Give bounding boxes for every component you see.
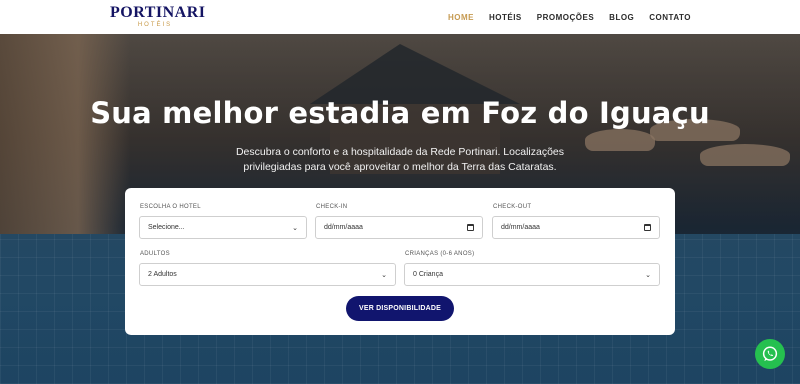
whatsapp-icon (762, 346, 778, 362)
adults-label: ADULTOS (140, 251, 170, 257)
hotel-select[interactable]: Selecione... ⌄ (139, 216, 307, 239)
checkin-value: dd/mm/aaaa (324, 224, 363, 231)
main-nav: HOME HOTÉIS PROMOÇÕES BLOG CONTATO (448, 0, 691, 34)
hero-subtitle: Descubra o conforto e a hospitalidade da… (235, 146, 565, 173)
hotel-label: ESCOLHA O HOTEL (140, 204, 201, 210)
checkout-label: CHECK-OUT (493, 204, 532, 210)
chevron-down-icon: ⌄ (292, 224, 298, 232)
chevron-down-icon: ⌄ (381, 271, 387, 279)
site-header: PORTINARI HOTÉIS HOME HOTÉIS PROMOÇÕES B… (0, 0, 800, 34)
hero-bg-left (0, 34, 130, 234)
checkout-date-input[interactable]: dd/mm/aaaa (492, 216, 660, 239)
nav-promocoes[interactable]: PROMOÇÕES (537, 13, 594, 22)
nav-hoteis[interactable]: HOTÉIS (489, 13, 522, 22)
checkin-label: CHECK-IN (316, 204, 348, 210)
children-select[interactable]: 0 Criança ⌄ (404, 263, 660, 286)
checkin-date-input[interactable]: dd/mm/aaaa (315, 216, 483, 239)
logo-name: PORTINARI (110, 4, 206, 21)
whatsapp-button[interactable] (755, 339, 785, 369)
hotel-select-value: Selecione... (148, 224, 185, 231)
check-availability-button[interactable]: VER DISPONIBILIDADE (346, 296, 454, 321)
calendar-icon[interactable] (644, 224, 651, 231)
children-select-value: 0 Criança (413, 271, 443, 278)
nav-blog[interactable]: BLOG (609, 13, 634, 22)
adults-select[interactable]: 2 Adultos ⌄ (139, 263, 396, 286)
hero-bg-roof (310, 44, 520, 104)
hero-bg-umbrella (585, 129, 655, 151)
calendar-icon[interactable] (467, 224, 474, 231)
booking-form: ESCOLHA O HOTEL Selecione... ⌄ CHECK-IN … (125, 188, 675, 335)
children-label: CRIANÇAS (0-6 ANOS) (405, 251, 475, 257)
chevron-down-icon: ⌄ (645, 271, 651, 279)
logo[interactable]: PORTINARI HOTÉIS (110, 4, 206, 29)
nav-home[interactable]: HOME (448, 13, 474, 22)
checkout-value: dd/mm/aaaa (501, 224, 540, 231)
logo-subtitle: HOTÉIS (137, 22, 173, 28)
hero-title: Sua melhor estadia em Foz do Iguaçu (90, 96, 710, 130)
nav-contato[interactable]: CONTATO (649, 13, 691, 22)
adults-select-value: 2 Adultos (148, 271, 177, 278)
hero-bg-umbrella (700, 144, 790, 166)
